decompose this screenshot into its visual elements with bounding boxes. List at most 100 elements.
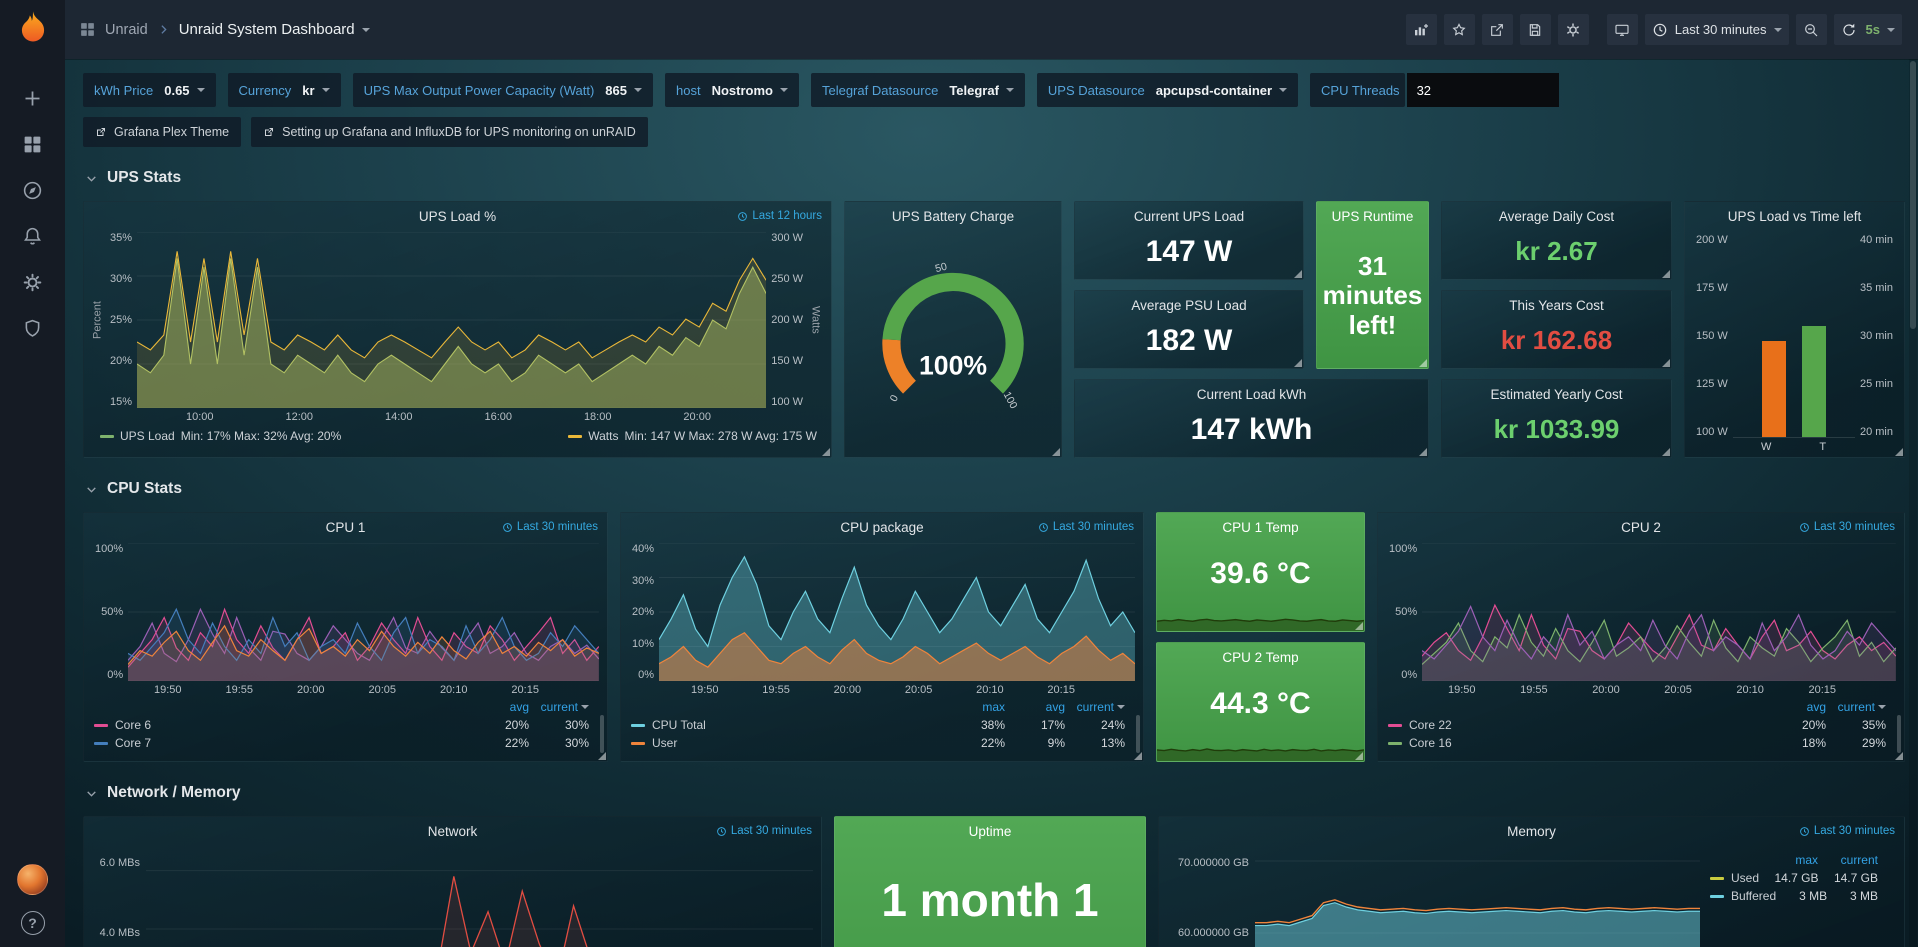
variable-value-dropdown[interactable]: 865 bbox=[599, 83, 653, 98]
page-scrollbar[interactable] bbox=[1909, 59, 1917, 947]
legend-scrollbar[interactable] bbox=[600, 715, 604, 753]
star-dashboard-button[interactable] bbox=[1444, 14, 1475, 45]
panel-title[interactable]: UPS Battery Charge bbox=[845, 202, 1061, 224]
panel-title[interactable]: CPU 1 Temp bbox=[1157, 513, 1364, 535]
legend-sort-current[interactable]: current bbox=[1826, 700, 1886, 714]
ups-load-chart[interactable] bbox=[137, 232, 766, 408]
series-toggle[interactable]: Core 16 bbox=[1388, 736, 1766, 750]
breadcrumb-folder[interactable]: Unraid bbox=[105, 22, 148, 38]
panel-title[interactable]: Current Load kWh bbox=[1075, 380, 1428, 402]
panel-resize-handle[interactable] bbox=[1294, 270, 1302, 278]
legend-scrollbar[interactable] bbox=[1897, 715, 1901, 753]
scrollbar-thumb[interactable] bbox=[1910, 61, 1916, 329]
panel-title[interactable]: This Years Cost bbox=[1442, 291, 1671, 313]
legend-sort-avg[interactable]: avg bbox=[1766, 700, 1826, 714]
ups-vs-time-bars[interactable] bbox=[1733, 234, 1855, 438]
sideb​ar-alerting-button[interactable] bbox=[12, 213, 54, 259]
legend-sort-current[interactable]: current bbox=[529, 700, 589, 714]
variable-value-dropdown[interactable]: Nostromo bbox=[706, 83, 799, 98]
explore-compass-icon bbox=[22, 180, 43, 201]
panel-resize-handle[interactable] bbox=[1294, 359, 1302, 367]
link-ups-monitoring-guide[interactable]: Setting up Grafana and InfluxDB for UPS … bbox=[251, 117, 648, 147]
add-panel-button[interactable] bbox=[1406, 14, 1437, 45]
series-toggle[interactable]: Buffered bbox=[1710, 889, 1776, 903]
panel-title[interactable]: UPS Load vs Time left bbox=[1685, 202, 1904, 224]
series-toggle[interactable]: User bbox=[631, 736, 945, 750]
legend-sort-avg[interactable]: avg bbox=[469, 700, 529, 714]
sidebar-create-button[interactable] bbox=[12, 75, 54, 121]
panel-title[interactable]: Estimated Yearly Cost bbox=[1442, 380, 1671, 402]
variable-value-dropdown[interactable]: Telegraf bbox=[943, 83, 1025, 98]
help-icon[interactable]: ? bbox=[21, 911, 45, 935]
row-header-network-memory[interactable]: Network / Memory bbox=[85, 780, 1905, 806]
panel-resize-handle[interactable] bbox=[1355, 752, 1363, 760]
cpu1-chart[interactable] bbox=[128, 543, 599, 681]
legend-scrollbar[interactable] bbox=[1136, 715, 1140, 753]
grafana-logo[interactable] bbox=[14, 9, 52, 47]
panel-title[interactable]: Network bbox=[84, 817, 821, 839]
series-toggle[interactable]: Core 6 bbox=[94, 718, 469, 732]
legend-sort-current[interactable]: current bbox=[1818, 853, 1878, 867]
variable-value-dropdown[interactable]: 0.65 bbox=[158, 83, 215, 98]
legend-item-watts[interactable]: Watts Min: 147 W Max: 278 W Avg: 175 W bbox=[568, 429, 817, 443]
variable-label: UPS Datasource bbox=[1037, 83, 1150, 98]
sidebar-explore-button[interactable] bbox=[12, 167, 54, 213]
panel-title[interactable]: Average Daily Cost bbox=[1442, 202, 1671, 224]
dashboard-settings-button[interactable] bbox=[1558, 14, 1589, 45]
panel-resize-handle[interactable] bbox=[1895, 448, 1903, 456]
cpu-package-chart[interactable] bbox=[659, 543, 1135, 681]
panel-title[interactable]: Memory bbox=[1159, 817, 1904, 839]
cycle-view-button[interactable] bbox=[1607, 14, 1638, 45]
row-header-ups-stats[interactable]: UPS Stats bbox=[85, 165, 1905, 191]
legend-item-ups-load[interactable]: UPS Load Min: 17% Max: 32% Avg: 20% bbox=[100, 429, 341, 443]
network-chart[interactable] bbox=[146, 847, 813, 947]
variable-value-dropdown[interactable]: apcupsd-container bbox=[1150, 83, 1298, 98]
memory-chart[interactable] bbox=[1255, 847, 1700, 947]
series-toggle[interactable]: CPU Total bbox=[631, 718, 945, 732]
series-toggle[interactable]: Used bbox=[1710, 871, 1759, 885]
sidebar-dashboards-button[interactable] bbox=[12, 121, 54, 167]
row-header-cpu-stats[interactable]: CPU Stats bbox=[85, 476, 1905, 502]
panel-resize-handle[interactable] bbox=[1052, 448, 1060, 456]
panel-resize-handle[interactable] bbox=[598, 752, 606, 760]
cpu2-chart[interactable] bbox=[1422, 543, 1896, 681]
cpu-threads-input[interactable] bbox=[1407, 73, 1559, 107]
legend-sort-max[interactable]: max bbox=[1758, 853, 1818, 867]
panel-resize-handle[interactable] bbox=[1662, 359, 1670, 367]
user-avatar[interactable] bbox=[17, 864, 48, 895]
legend-sort-avg[interactable]: avg bbox=[1005, 700, 1065, 714]
link-grafana-plex-theme[interactable]: Grafana Plex Theme bbox=[83, 117, 241, 147]
series-color-marker bbox=[631, 742, 645, 745]
dashboard-title-button[interactable]: Unraid System Dashboard bbox=[179, 21, 370, 38]
time-range-picker[interactable]: Last 30 minutes bbox=[1645, 14, 1789, 45]
panel-title[interactable]: Average PSU Load bbox=[1075, 291, 1303, 313]
panel-title[interactable]: Current UPS Load bbox=[1075, 202, 1303, 224]
series-toggle[interactable]: Core 7 bbox=[94, 736, 469, 750]
panel-title[interactable]: UPS Load % bbox=[84, 202, 831, 224]
panel-title[interactable]: CPU 2 Temp bbox=[1157, 643, 1364, 665]
chevron-down-icon bbox=[85, 172, 98, 185]
variable-value-dropdown[interactable]: kr bbox=[296, 83, 340, 98]
panel-resize-handle[interactable] bbox=[1662, 270, 1670, 278]
panel-resize-handle[interactable] bbox=[1134, 752, 1142, 760]
save-dashboard-button[interactable] bbox=[1520, 14, 1551, 45]
panel-resize-handle[interactable] bbox=[1662, 448, 1670, 456]
panel-title[interactable]: UPS Runtime bbox=[1317, 202, 1428, 224]
panel-resize-handle[interactable] bbox=[1419, 448, 1427, 456]
panel-resize-handle[interactable] bbox=[1419, 359, 1427, 367]
refresh-picker[interactable]: 5s bbox=[1834, 14, 1902, 45]
panel-title[interactable]: Uptime bbox=[835, 817, 1145, 839]
zoom-out-time-button[interactable] bbox=[1796, 14, 1827, 45]
panel-resize-handle[interactable] bbox=[1895, 752, 1903, 760]
series-toggle[interactable]: Core 22 bbox=[1388, 718, 1766, 732]
legend-sort-current[interactable]: current bbox=[1065, 700, 1125, 714]
panel-legend: avg current Core 6 20% 30% Core 7 22% 30… bbox=[84, 696, 607, 752]
clock-icon bbox=[1799, 826, 1810, 837]
panel-resize-handle[interactable] bbox=[822, 448, 830, 456]
y-axis-left: 40%30%20%10%0% bbox=[627, 543, 659, 681]
sidebar-configuration-button[interactable] bbox=[12, 259, 54, 305]
legend-sort-max[interactable]: max bbox=[945, 700, 1005, 714]
panel-resize-handle[interactable] bbox=[1355, 622, 1363, 630]
sidebar-server-admin-button[interactable] bbox=[12, 305, 54, 351]
share-dashboard-button[interactable] bbox=[1482, 14, 1513, 45]
